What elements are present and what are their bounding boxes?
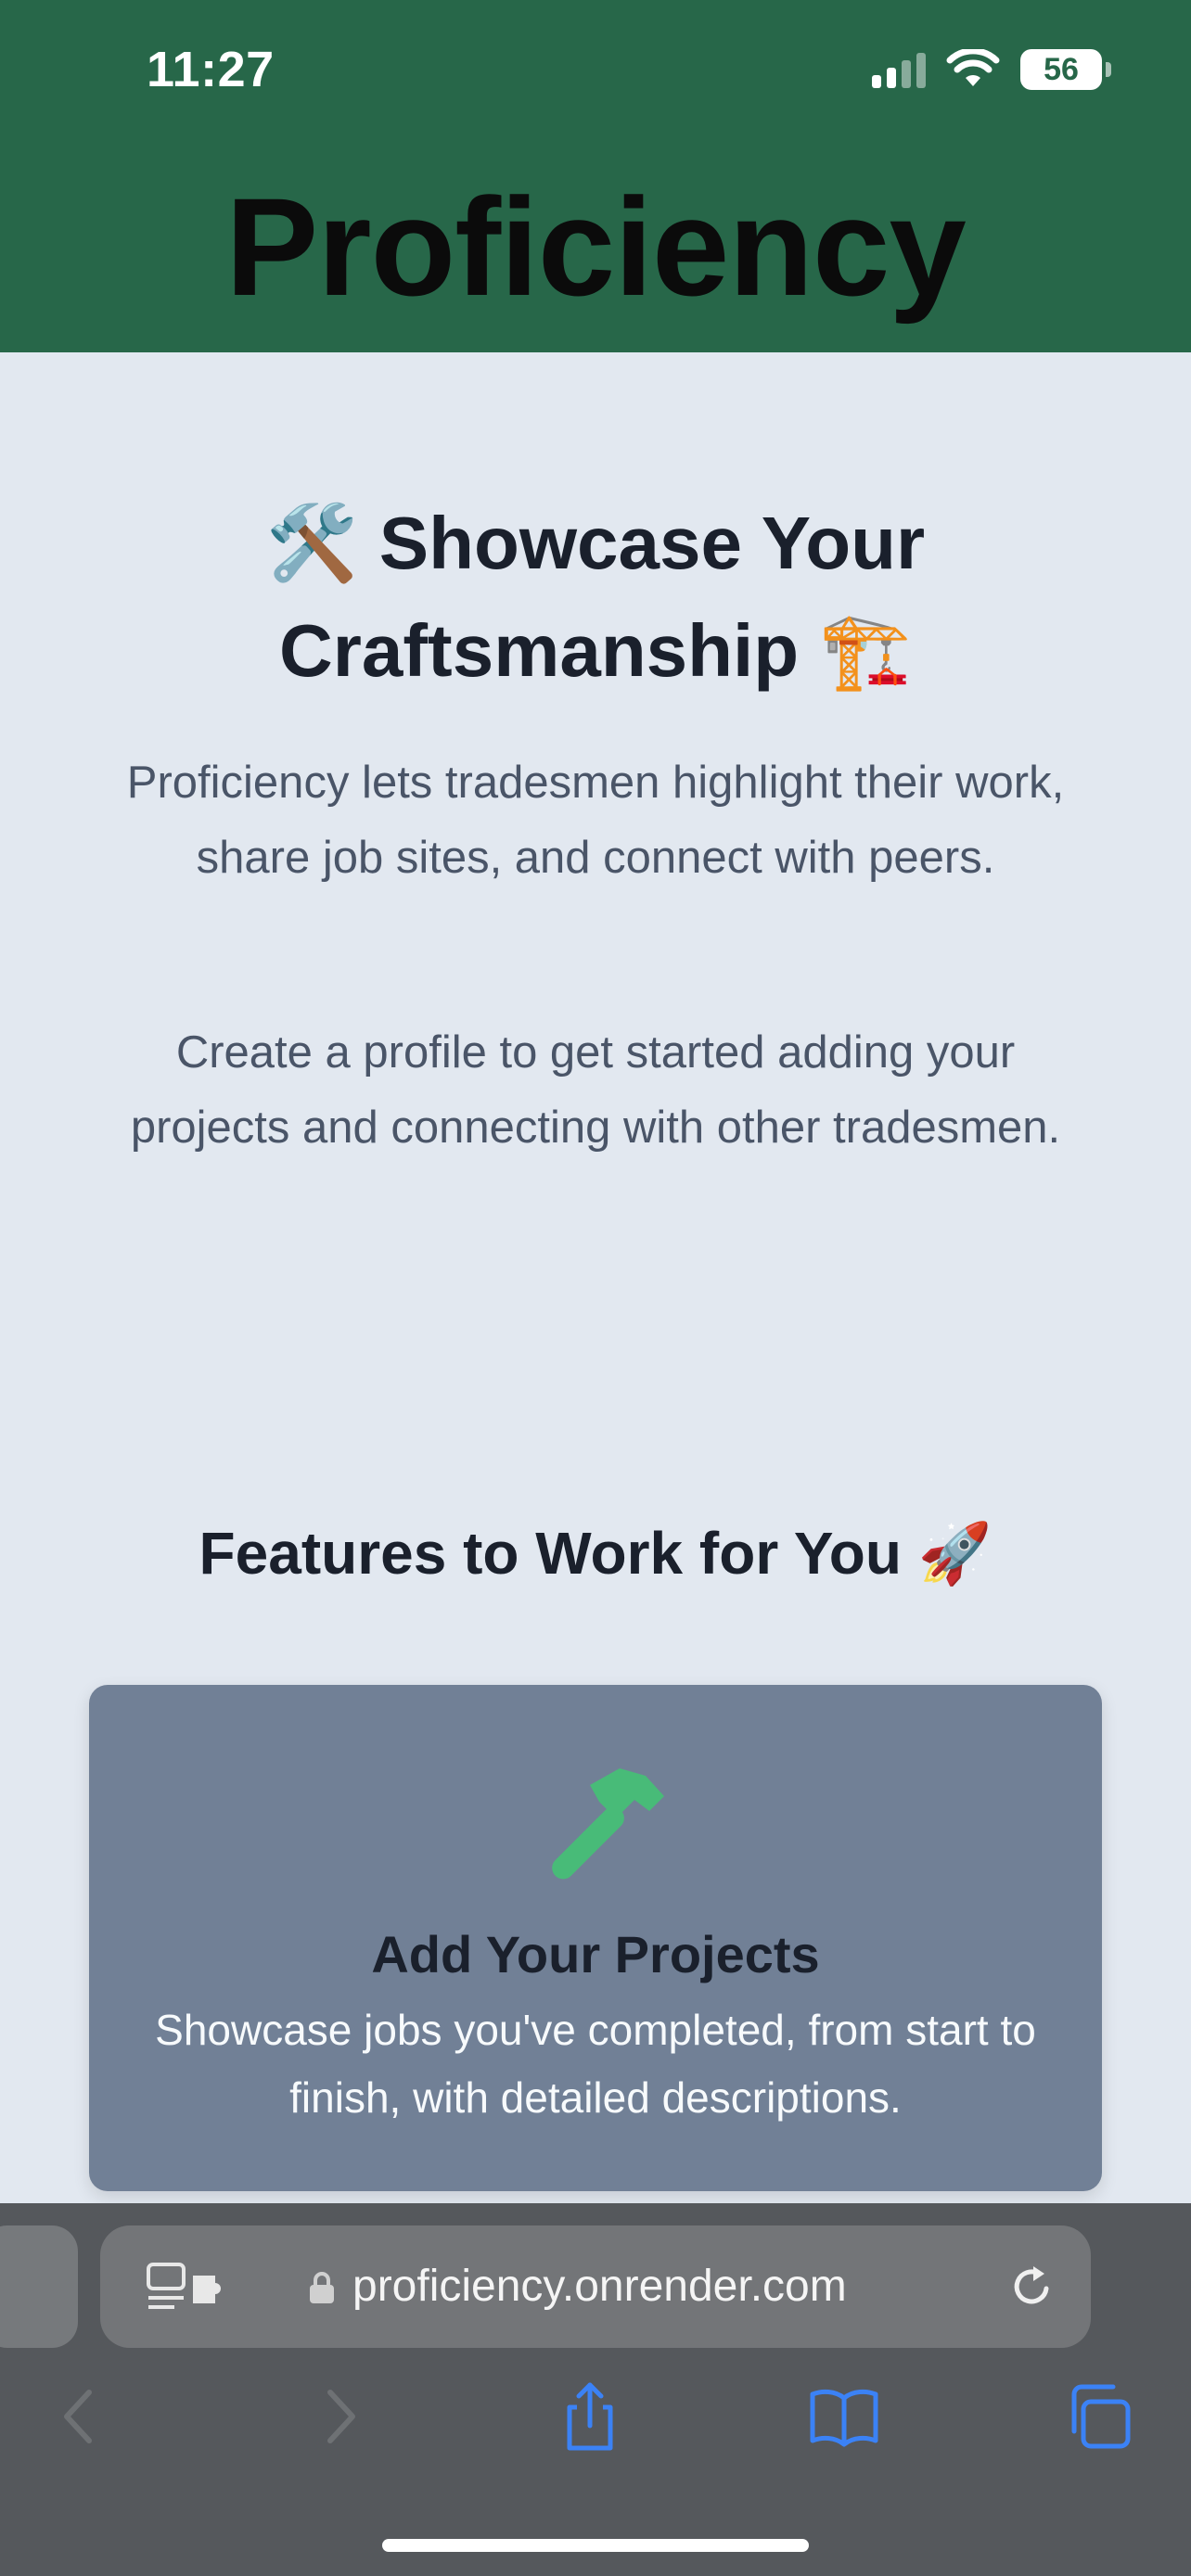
hero-cta-text: Create a profile to get started adding y…	[130, 1027, 1061, 1153]
battery-icon: 56	[1020, 49, 1111, 90]
reload-icon[interactable]	[1005, 2261, 1057, 2313]
crane-emoji-icon: 🏗️	[819, 607, 912, 694]
app-title: Proficiency	[225, 169, 967, 325]
wifi-icon	[946, 49, 1000, 86]
browser-chrome: proficiency.onrender.com	[0, 2203, 1191, 2576]
feature-card-description: Showcase jobs you've completed, from sta…	[155, 2006, 1036, 2122]
hero-title-line2: Craftsmanship	[279, 609, 800, 692]
previous-tab-preview[interactable]	[0, 2225, 78, 2348]
battery-level: 56	[1044, 51, 1079, 87]
feature-card: Add Your Projects Showcase jobs you've c…	[89, 1685, 1102, 2191]
status-time: 11:27	[147, 42, 275, 97]
hammer-icon	[552, 1768, 664, 1880]
address-bar[interactable]: proficiency.onrender.com	[100, 2225, 1091, 2348]
bookmarks-icon[interactable]	[807, 2379, 881, 2454]
features-title: Features to Work for You 🚀	[0, 1519, 1191, 1588]
tools-emoji-icon: 🛠️	[265, 500, 359, 586]
share-icon[interactable]	[553, 2379, 627, 2454]
reader-icon[interactable]	[147, 2263, 224, 2313]
home-indicator	[382, 2539, 809, 2552]
rocket-emoji-icon: 🚀	[917, 1520, 992, 1588]
hero-title-line1: Showcase Your	[378, 502, 926, 584]
hero-title: 🛠️ Showcase Your Craftsmanship 🏗️	[130, 490, 1061, 705]
app-header: 11:27 56 Proficiency	[0, 0, 1191, 352]
tabs-icon[interactable]	[1061, 2379, 1135, 2454]
url-text[interactable]: proficiency.onrender.com	[352, 2261, 847, 2312]
signal-icon	[872, 51, 926, 88]
hero-description: Proficiency lets tradesmen highlight the…	[126, 758, 1065, 883]
status-icons: 56	[872, 48, 1111, 91]
forward-icon[interactable]	[302, 2379, 377, 2454]
back-icon[interactable]	[43, 2379, 117, 2454]
features-title-text: Features to Work for You	[198, 1520, 902, 1587]
lock-icon	[310, 2272, 334, 2303]
feature-card-title: Add Your Projects	[371, 1925, 820, 1983]
